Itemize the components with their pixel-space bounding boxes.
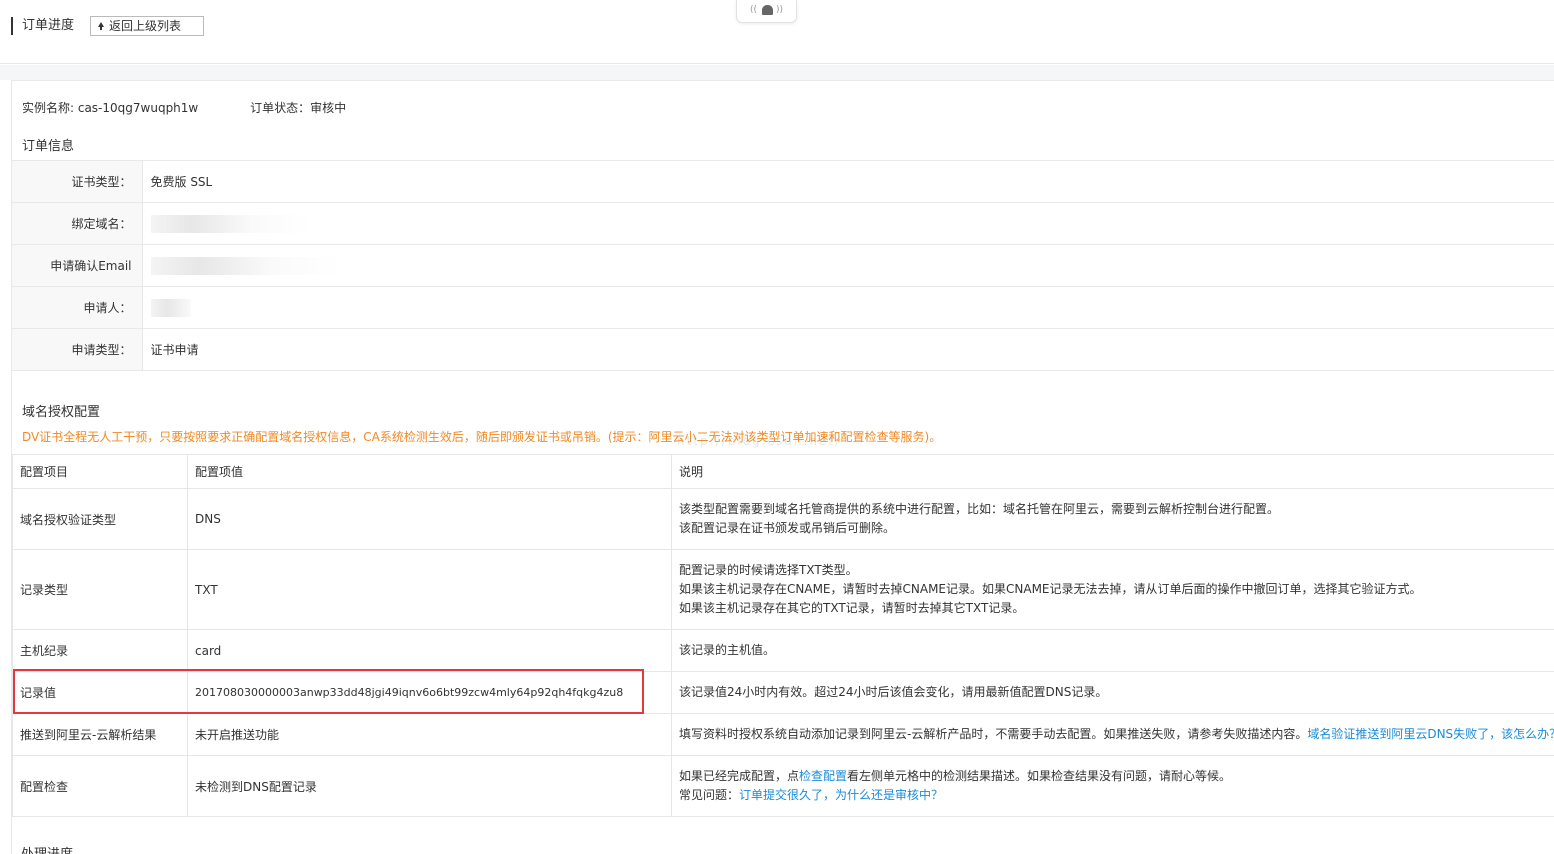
column-header: 说明 [672,455,1554,489]
table-row: 域名授权验证类型 DNS 该类型配置需要到域名托管商提供的系统中进行配置，比如：… [13,489,1554,550]
order-detail-panel: 实例名称: cas-10qg7wuqph1w 订单状态：审核中 订单信息 证书类… [11,80,1554,854]
column-header: 配置项目 [13,455,188,489]
dns-push-failed-help-link[interactable]: 域名验证推送到阿里云DNS失败了，该怎么办？ [1307,727,1554,741]
desc-text: 看左侧单元格中的检测结果描述。如果检查结果没有问题，请耐心等候。 [847,769,1231,783]
config-item: 域名授权验证类型 [13,489,188,550]
column-header: 配置项值 [188,455,672,489]
faq-label: 常见问题： [679,788,739,802]
config-value: card [188,630,672,672]
desc-line: 该配置记录在证书颁发或吊销后可删除。 [679,519,1554,538]
order-info-table: 证书类型： 免费版 SSL 绑定域名： 申请确认Email 申请人： 申请类型：… [12,160,1554,371]
arrow-up-icon [98,22,104,27]
order-status: 订单状态：审核中 [250,99,346,116]
back-button-label: 返回上级列表 [109,19,181,33]
config-item: 配置检查 [13,756,188,817]
config-item: 记录类型 [13,550,188,630]
title-accent-bar [11,17,13,35]
header-separator [0,65,1554,80]
config-desc: 该类型配置需要到域名托管商提供的系统中进行配置，比如：域名托管在阿里云，需要到云… [672,489,1554,550]
info-value [142,203,1554,245]
config-value: TXT [188,550,672,630]
info-value: 免费版 SSL [142,161,1554,203]
instance-summary: 实例名称: cas-10qg7wuqph1w 订单状态：审核中 [22,99,346,116]
config-desc: 填写资料时授权系统自动添加记录到阿里云-云解析产品时，不需要手动去配置。如果推送… [672,714,1554,756]
domain-auth-title: 域名授权配置 [22,401,100,420]
instance-name: 实例名称: cas-10qg7wuqph1w [22,99,198,116]
desc-line: 该类型配置需要到域名托管商提供的系统中进行配置，比如：域名托管在阿里云，需要到云… [679,500,1554,519]
config-item: 记录值 [13,672,188,714]
desc-line: 如果该主机记录存在其它的TXT记录，请暂时去掉其它TXT记录。 [679,599,1554,618]
wave-left-icon: (( [750,4,757,16]
table-row: 推送到阿里云-云解析结果 未开启推送功能 填写资料时授权系统自动添加记录到阿里云… [13,714,1554,756]
desc-line: 如果该主机记录存在CNAME，请暂时去掉CNAME记录。如果CNAME记录无法去… [679,580,1554,599]
watermark: http://blog.csdn.net/ [677,434,841,448]
faq-link[interactable]: 订单提交很久了，为什么还是审核中？ [739,788,943,802]
config-desc: 如果已经完成配置，点检查配置看左侧单元格中的检测结果描述。如果检查结果没有问题，… [672,756,1554,817]
redacted-domain [151,215,251,233]
info-row: 申请类型： 证书申请 [12,329,1554,371]
info-key: 申请人： [12,287,142,329]
info-row: 申请确认Email [12,245,1554,287]
table-row: 主机纪录 card 该记录的主机值。 [13,630,1554,672]
page-title: 订单进度 [22,17,74,35]
back-to-list-button[interactable]: 返回上级列表 [90,16,204,36]
redacted-domain-tail [251,215,311,233]
info-value: 证书申请 [142,329,1554,371]
desc-line: 常见问题：订单提交很久了，为什么还是审核中？ [679,786,1554,805]
info-row: 申请人： [12,287,1554,329]
desc-text: 如果已经完成配置，点 [679,769,799,783]
info-value [142,287,1554,329]
table-row: 记录类型 TXT 配置记录的时候请选择TXT类型。 如果该主机记录存在CNAME… [13,550,1554,630]
redacted-applicant [151,299,191,317]
info-row: 证书类型： 免费版 SSL [12,161,1554,203]
config-desc: 配置记录的时候请选择TXT类型。 如果该主机记录存在CNAME，请暂时去掉CNA… [672,550,1554,630]
desc-text: 填写资料时授权系统自动添加记录到阿里云-云解析产品时，不需要手动去配置。如果推送… [679,727,1307,741]
config-item: 推送到阿里云-云解析结果 [13,714,188,756]
info-key: 申请类型： [12,329,142,371]
table-row: 记录值 201708030000003anwp33dd48jgi49iqnv6o… [13,672,1554,714]
progress-title: 处理进度 [21,843,73,854]
notification-tab[interactable]: (( )) [736,0,797,23]
check-config-link[interactable]: 检查配置 [799,769,847,783]
bell-icon [762,5,773,15]
config-value: 未开启推送功能 [188,714,672,756]
info-key: 绑定域名： [12,203,142,245]
info-key: 证书类型： [12,161,142,203]
redacted-email [151,257,271,275]
desc-line: 如果已经完成配置，点检查配置看左侧单元格中的检测结果描述。如果检查结果没有问题，… [679,767,1554,786]
redacted-email-tail [271,257,341,275]
config-desc: 该记录的主机值。 [672,630,1554,672]
table-row: 配置检查 未检测到DNS配置记录 如果已经完成配置，点检查配置看左侧单元格中的检… [13,756,1554,817]
order-info-title: 订单信息 [22,135,74,154]
info-row: 绑定域名： [12,203,1554,245]
config-header-row: 配置项目 配置项值 说明 [13,455,1554,489]
config-value: 未检测到DNS配置记录 [188,756,672,817]
config-item: 主机纪录 [13,630,188,672]
info-key: 申请确认Email [12,245,142,287]
config-value: DNS [188,489,672,550]
record-value[interactable]: 201708030000003anwp33dd48jgi49iqnv6o6bt9… [188,672,672,714]
wave-right-icon: )) [776,4,783,16]
desc-line: 配置记录的时候请选择TXT类型。 [679,561,1554,580]
config-table: 配置项目 配置项值 说明 域名授权验证类型 DNS 该类型配置需要到域名托管商提… [12,454,1554,817]
config-desc: 该记录值24小时内有效。超过24小时后该值会变化，请用最新值配置DNS记录。 [672,672,1554,714]
info-value [142,245,1554,287]
